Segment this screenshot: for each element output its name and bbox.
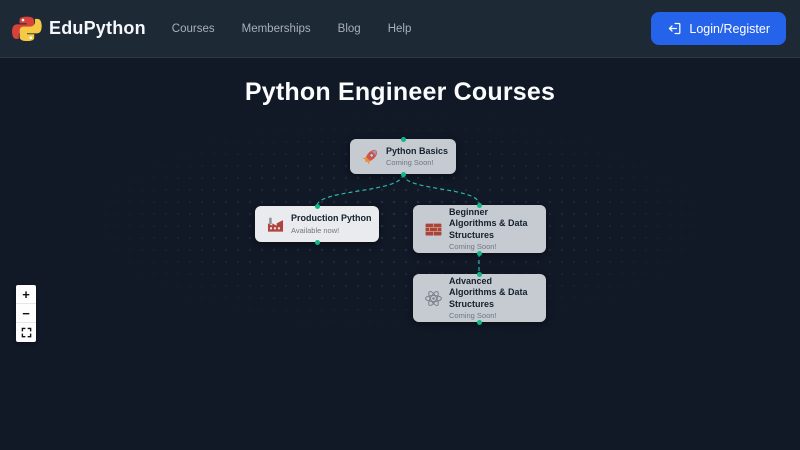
node-handle-top[interactable] [477, 203, 482, 208]
login-icon [667, 21, 682, 36]
node-handle-bottom[interactable] [477, 320, 482, 325]
node-subtitle: Coming Soon! [449, 311, 537, 320]
node-title: Beginner Algorithms & Data Structures [449, 207, 537, 241]
flow-node-advanced-algorithms[interactable]: Advanced Algorithms & Data Structures Co… [413, 274, 546, 322]
node-handle-bottom[interactable] [315, 240, 320, 245]
fit-view-icon [21, 327, 32, 338]
login-register-button[interactable]: Login/Register [651, 12, 786, 45]
login-button-label: Login/Register [689, 22, 770, 36]
node-title: Advanced Algorithms & Data Structures [449, 276, 537, 310]
nav-item-help[interactable]: Help [388, 23, 412, 35]
node-title: Production Python [291, 213, 372, 224]
course-flow-canvas[interactable]: Python Engineer Courses Python Basics Co… [0, 58, 800, 450]
node-handle-top[interactable] [315, 204, 320, 209]
node-handle-bottom[interactable] [401, 172, 406, 177]
node-subtitle: Available now! [291, 226, 372, 235]
main-nav: Courses Memberships Blog Help [172, 23, 412, 35]
nav-item-courses[interactable]: Courses [172, 23, 215, 35]
flow-controls-panel: + − [16, 285, 36, 342]
brick-icon [423, 219, 443, 239]
top-navbar: EduPython Courses Memberships Blog Help … [0, 0, 800, 58]
node-title: Python Basics [386, 146, 448, 157]
nav-item-memberships[interactable]: Memberships [242, 23, 311, 35]
node-subtitle: Coming Soon! [449, 242, 537, 251]
flow-node-production-python[interactable]: Production Python Available now! [255, 206, 379, 242]
factory-icon [265, 214, 285, 234]
page-title: Python Engineer Courses [0, 78, 800, 107]
node-handle-top[interactable] [477, 272, 482, 277]
flow-node-beginner-algorithms[interactable]: Beginner Algorithms & Data Structures Co… [413, 205, 546, 253]
zoom-in-button[interactable]: + [16, 285, 36, 304]
rocket-icon [360, 147, 380, 167]
zoom-out-button[interactable]: − [16, 304, 36, 323]
edupython-logo-icon [12, 14, 42, 44]
node-subtitle: Coming Soon! [386, 158, 448, 167]
atom-icon [423, 288, 443, 308]
brand-logo[interactable]: EduPython [12, 14, 146, 44]
nav-item-blog[interactable]: Blog [338, 23, 361, 35]
flow-node-python-basics[interactable]: Python Basics Coming Soon! [350, 139, 456, 174]
dot-grid-background [0, 58, 800, 450]
brand-name: EduPython [49, 18, 146, 39]
node-handle-bottom[interactable] [477, 251, 482, 256]
fit-view-button[interactable] [16, 323, 36, 342]
node-handle-top[interactable] [401, 137, 406, 142]
